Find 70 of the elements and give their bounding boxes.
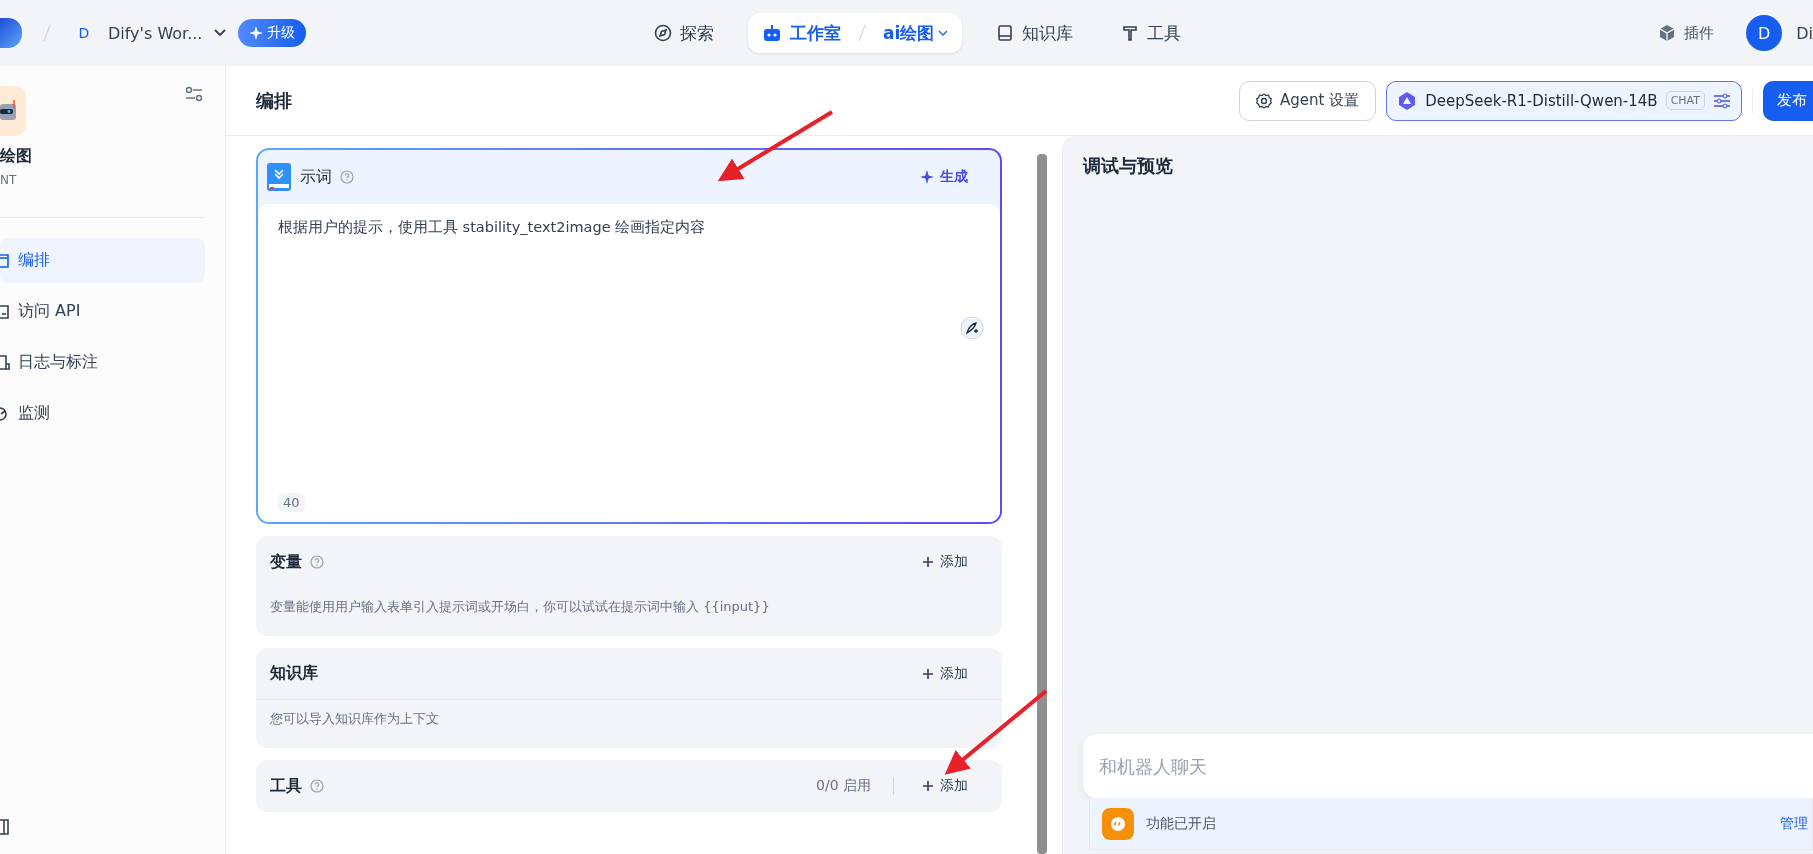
nav-tab[interactable]: 工作室 ai绘图 bbox=[748, 13, 963, 53]
breadcrumb-separator bbox=[42, 24, 52, 42]
user-avatar[interactable]: D bbox=[1746, 15, 1783, 51]
upgrade-button[interactable]: 升级 bbox=[238, 19, 307, 47]
book-icon bbox=[996, 24, 1015, 42]
publish-button[interactable]: 发布 bbox=[1763, 80, 1813, 121]
settings-icon bbox=[1256, 92, 1272, 109]
nav-tab[interactable]: 工具 bbox=[1107, 13, 1196, 53]
sidebar-item[interactable]: 监测 bbox=[0, 391, 205, 436]
preview-title: 调试与预览 bbox=[1083, 154, 1174, 178]
plus-icon bbox=[922, 780, 934, 792]
cube-icon bbox=[1658, 24, 1677, 42]
mode-tag: CHAT bbox=[1665, 91, 1705, 110]
sidebar-item[interactable]: 日志与标注 bbox=[0, 340, 205, 385]
section-title: 工具 bbox=[270, 775, 302, 797]
nav-tab[interactable]: 知识库 bbox=[982, 13, 1088, 53]
plugins-button[interactable]: 插件 bbox=[1652, 22, 1721, 44]
user-name[interactable]: Di bbox=[1796, 23, 1813, 43]
chevron-down-icon[interactable] bbox=[214, 29, 227, 37]
robot-icon bbox=[762, 24, 782, 42]
settings-icon[interactable] bbox=[185, 86, 203, 102]
hammer-icon bbox=[1121, 24, 1140, 42]
app-icon bbox=[0, 86, 26, 136]
sliders-icon[interactable] bbox=[1713, 92, 1731, 109]
scrollbar-thumb[interactable] bbox=[1037, 154, 1047, 854]
quote-icon bbox=[1102, 807, 1134, 840]
sidebar-item[interactable]: 访问 API bbox=[0, 289, 205, 334]
prompt-title: 示词 bbox=[300, 166, 332, 188]
help-icon[interactable] bbox=[340, 170, 354, 184]
character-count: 40 bbox=[278, 493, 305, 512]
terminal-icon bbox=[0, 303, 10, 320]
chevron-down-icon bbox=[938, 30, 949, 36]
model-selector[interactable]: DeepSeek-R1-Distill-Qwen-14B CHAT bbox=[1386, 80, 1742, 121]
app-mode: NT bbox=[0, 173, 18, 187]
model-logo-icon bbox=[1397, 90, 1418, 111]
sidebar-item[interactable]: 编排 bbox=[0, 238, 205, 283]
add-button[interactable]: 添加 bbox=[916, 552, 974, 572]
page-title: 编排 bbox=[256, 88, 293, 113]
section-title: 变量 bbox=[270, 551, 302, 573]
workspace-name[interactable]: Dify's Wor... bbox=[108, 23, 203, 43]
plus-icon bbox=[922, 556, 934, 568]
breadcrumb-separator bbox=[857, 24, 867, 42]
app-name: 绘图 bbox=[0, 146, 33, 167]
help-icon[interactable] bbox=[310, 779, 324, 793]
gauge-icon bbox=[0, 405, 10, 422]
manage-link[interactable]: 管理 bbox=[1780, 814, 1812, 833]
layout-icon bbox=[0, 252, 10, 269]
document-icon bbox=[0, 354, 10, 371]
agent-settings-button[interactable]: Agent 设置 bbox=[1239, 80, 1377, 121]
chat-input[interactable]: 和机器人聊天 bbox=[1083, 734, 1813, 798]
sparkle-icon bbox=[920, 170, 934, 184]
add-button[interactable]: 添加 bbox=[916, 663, 974, 684]
sparkle-icon bbox=[249, 26, 264, 40]
book-icon[interactable] bbox=[266, 162, 292, 192]
add-button[interactable]: 添加 bbox=[916, 776, 974, 796]
help-icon[interactable] bbox=[310, 555, 324, 569]
section-title: 知识库 bbox=[270, 663, 318, 684]
prompt-text[interactable]: 根据用户的提示，使用工具 stability_text2image 绘画指定内容 bbox=[278, 218, 980, 493]
compass-icon bbox=[654, 24, 672, 42]
workspace-initial: D bbox=[77, 25, 91, 41]
nav-tab[interactable]: 探索 bbox=[640, 13, 728, 53]
plus-icon bbox=[922, 667, 934, 680]
pen-icon[interactable] bbox=[960, 316, 984, 340]
panel-toggle-icon[interactable] bbox=[0, 818, 10, 836]
section-description: 您可以导入知识库作为上下文 bbox=[269, 710, 440, 728]
logo-icon[interactable] bbox=[0, 18, 22, 48]
generate-button[interactable]: 生成 bbox=[914, 167, 974, 187]
features-text: 功能已开启 bbox=[1146, 814, 1216, 833]
section-description: 变量能使用用户输入表单引入提示词或开场白，你可以试试在提示词中输入 {{input}} bbox=[269, 598, 771, 616]
tool-status: 0/0 启用 bbox=[816, 777, 871, 795]
